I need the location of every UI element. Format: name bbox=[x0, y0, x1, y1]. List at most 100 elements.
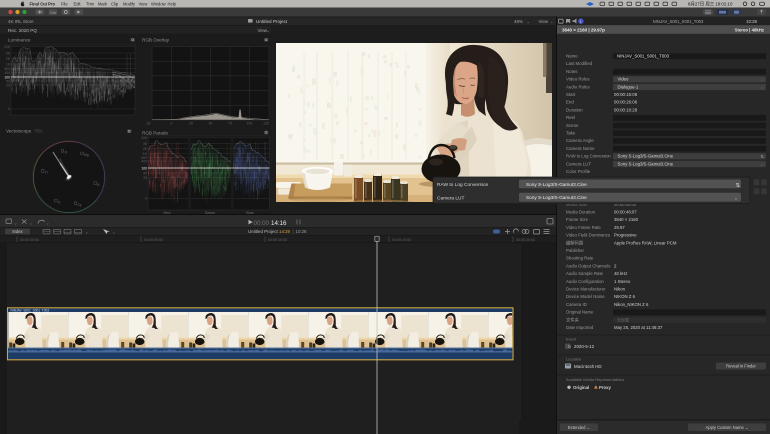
svg-text:Mg: Mg bbox=[84, 153, 89, 157]
svg-text:10:28: 10:28 bbox=[746, 19, 758, 24]
svg-text:Media Duration: Media Duration bbox=[566, 210, 596, 215]
svg-text:0: 0 bbox=[171, 121, 173, 125]
svg-text:48 kHz: 48 kHz bbox=[614, 271, 627, 276]
svg-text:文件夹: 文件夹 bbox=[566, 316, 580, 323]
svg-text:File: File bbox=[61, 1, 68, 6]
svg-text:Mark: Mark bbox=[98, 1, 108, 6]
svg-text:14:16: 14:16 bbox=[271, 220, 287, 227]
svg-text:⌄: ⌄ bbox=[267, 28, 270, 33]
svg-text:Sony S-Log3/S-Gamut3.Cine: Sony S-Log3/S-Gamut3.Cine bbox=[526, 195, 587, 200]
svg-text:Shooting Rate: Shooting Rate bbox=[566, 256, 594, 261]
svg-text:May 25, 2020 at 11:48:37: May 25, 2020 at 11:48:37 bbox=[614, 325, 663, 330]
svg-text:View: View bbox=[139, 1, 148, 6]
svg-text:⌄: ⌄ bbox=[527, 19, 530, 24]
svg-text:00:00: 00:00 bbox=[254, 220, 270, 227]
svg-text:Nikon: Nikon bbox=[614, 287, 626, 292]
svg-text:Take: Take bbox=[566, 131, 576, 136]
svg-text:50: 50 bbox=[143, 171, 147, 175]
svg-text:-25: -25 bbox=[146, 121, 151, 125]
svg-text:00:00:00:00: 00:00:00:00 bbox=[20, 238, 39, 242]
svg-text:Macintosh HD: Macintosh HD bbox=[574, 364, 602, 369]
svg-text:Stereo | 48kHz: Stereo | 48kHz bbox=[735, 28, 764, 33]
svg-text:End: End bbox=[566, 100, 574, 105]
svg-text:50: 50 bbox=[209, 121, 213, 125]
svg-text:Proxy: Proxy bbox=[599, 385, 612, 390]
svg-text:Audio Output Channels: Audio Output Channels bbox=[566, 263, 610, 268]
svg-text:48%: 48% bbox=[514, 19, 523, 24]
svg-text:⌄: ⌄ bbox=[761, 162, 764, 166]
svg-text:⌄: ⌄ bbox=[734, 195, 738, 200]
svg-text:00:00:48:07: 00:00:48:07 bbox=[614, 210, 637, 215]
svg-text:Luminance: Luminance bbox=[8, 38, 31, 43]
svg-text:00:00:15:00: 00:00:15:00 bbox=[392, 238, 411, 242]
svg-text:00:00:05:00: 00:00:05:00 bbox=[144, 238, 163, 242]
svg-text:⌄: ⌄ bbox=[30, 221, 33, 225]
svg-text:RAW to Log Conversion: RAW to Log Conversion bbox=[566, 154, 611, 159]
svg-text:1 Stereo: 1 Stereo bbox=[614, 279, 631, 284]
svg-text:75: 75 bbox=[228, 121, 232, 125]
svg-text:Reveal in Finder: Reveal in Finder bbox=[726, 364, 756, 369]
svg-text:Sony S-Log3/S-Gamut3.Cine: Sony S-Log3/S-Gamut3.Cine bbox=[618, 154, 674, 159]
svg-text:Apply Custom Name ⌄: Apply Custom Name ⌄ bbox=[705, 425, 748, 430]
svg-text:RAW to Log Conversion: RAW to Log Conversion bbox=[437, 182, 489, 188]
svg-text:Final Cut Pro: Final Cut Pro bbox=[30, 1, 56, 6]
svg-text:00:00:15:08: 00:00:15:08 bbox=[614, 92, 638, 97]
svg-text:⌄: ⌄ bbox=[85, 230, 88, 234]
svg-text:Video Roles: Video Roles bbox=[566, 77, 590, 82]
svg-text:1K: 1K bbox=[6, 62, 11, 66]
svg-text:⇅: ⇅ bbox=[761, 154, 765, 159]
svg-text:25: 25 bbox=[143, 176, 147, 180]
svg-text:Notes: Notes bbox=[566, 69, 578, 74]
svg-text:400: 400 bbox=[4, 71, 10, 75]
svg-text:NINJAV_S001_S001_T003: NINJAV_S001_S001_T003 bbox=[653, 19, 704, 24]
svg-text:100: 100 bbox=[247, 121, 253, 125]
svg-text:RGB Parade: RGB Parade bbox=[142, 130, 168, 135]
svg-text:3840 × 2160: 3840 × 2160 bbox=[614, 217, 639, 222]
svg-text:10K: 10K bbox=[4, 45, 11, 49]
svg-text:Help: Help bbox=[168, 1, 177, 6]
svg-text:Window: Window bbox=[151, 1, 166, 6]
svg-text:3840 × 2160 | 29.97p: 3840 × 2160 | 29.97p bbox=[562, 28, 605, 33]
svg-text:4K: 4K bbox=[6, 51, 11, 55]
svg-text:Index: Index bbox=[12, 229, 23, 234]
svg-text:Color Profile: Color Profile bbox=[566, 169, 591, 174]
svg-text:Camera LUT: Camera LUT bbox=[566, 161, 591, 166]
svg-text:Extended ⌄: Extended ⌄ bbox=[568, 425, 590, 430]
svg-text:Audio Configuration: Audio Configuration bbox=[566, 279, 604, 284]
svg-text:0: 0 bbox=[145, 197, 147, 201]
svg-text:Frame Size: Frame Size bbox=[566, 217, 589, 222]
svg-text:Edit: Edit bbox=[74, 1, 82, 6]
svg-text:⇅: ⇅ bbox=[736, 183, 741, 189]
svg-text:Sony S-Log3/S-Gamut3.Cine: Sony S-Log3/S-Gamut3.Cine bbox=[618, 161, 674, 166]
svg-text:View: View bbox=[539, 19, 549, 24]
svg-text:Device Model Name: Device Model Name bbox=[566, 294, 605, 299]
svg-text:⌄: ⌄ bbox=[550, 19, 553, 24]
svg-text:10K: 10K bbox=[141, 136, 148, 140]
svg-text:Untitled Project: Untitled Project bbox=[248, 229, 279, 234]
svg-text:Reel: Reel bbox=[566, 115, 575, 120]
svg-text:Nikon_NIKON Z 6: Nikon_NIKON Z 6 bbox=[614, 302, 649, 307]
svg-text:Date Imported: Date Imported bbox=[566, 325, 594, 330]
svg-text:Video: Video bbox=[618, 77, 630, 82]
svg-text:Scene: Scene bbox=[566, 123, 579, 128]
svg-text:Last Modified: Last Modified bbox=[566, 61, 593, 66]
svg-text:14:29: 14:29 bbox=[279, 229, 291, 234]
svg-text:⌄: ⌄ bbox=[112, 230, 115, 234]
svg-text:NINJAV_S001_S001_T003: NINJAV_S001_S001_T003 bbox=[617, 54, 670, 59]
svg-text:编解码器: 编解码器 bbox=[566, 239, 584, 246]
svg-text:Original: Original bbox=[573, 385, 589, 390]
svg-text:2K: 2K bbox=[6, 57, 11, 61]
svg-text:00:00:26:06: 00:00:26:06 bbox=[614, 100, 638, 105]
svg-text:00:00:10:28: 00:00:10:28 bbox=[614, 107, 638, 112]
svg-text:Video Frame Rate: Video Frame Rate bbox=[566, 225, 601, 230]
svg-text:31: 31 bbox=[568, 345, 572, 349]
svg-text:Trim: Trim bbox=[86, 1, 95, 6]
svg-text:125: 125 bbox=[263, 121, 269, 125]
svg-text:Untitled Project: Untitled Project bbox=[256, 19, 288, 24]
svg-text:⌄: ⌄ bbox=[14, 221, 17, 225]
svg-text:Name: Name bbox=[566, 54, 578, 59]
svg-text:Progressive: Progressive bbox=[614, 233, 637, 238]
svg-text:10:28: 10:28 bbox=[296, 229, 308, 234]
svg-text:⌄: ⌄ bbox=[46, 221, 49, 225]
svg-text:Video Field Dominance: Video Field Dominance bbox=[566, 233, 611, 238]
